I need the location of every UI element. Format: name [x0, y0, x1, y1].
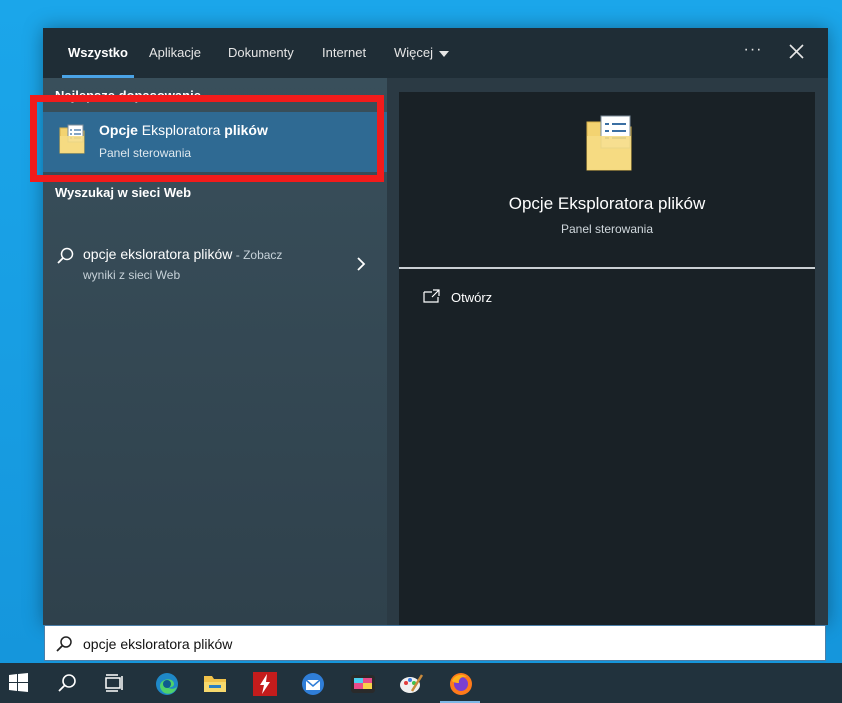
taskbar-media-app[interactable]: [338, 663, 386, 703]
best-match-title: Opcje Eksploratora plików: [99, 122, 268, 138]
start-button[interactable]: [0, 663, 48, 703]
more-options-button[interactable]: ···: [741, 40, 765, 64]
search-input-value: opcje eksloratora plików: [83, 636, 233, 652]
taskbar-paint[interactable]: [386, 663, 434, 703]
close-icon: [789, 44, 804, 59]
taskbar-file-explorer[interactable]: [190, 663, 238, 703]
search-panel: Wszystko Aplikacje Dokumenty Internet Wi…: [43, 28, 828, 625]
edge-icon: [156, 673, 178, 695]
web-search-result[interactable]: opcje eksloratora plików - Zobacz wyniki…: [43, 242, 387, 292]
close-button[interactable]: [785, 40, 809, 64]
folder-options-icon: [59, 124, 85, 159]
result-detail-pane: Opcje Eksploratora plików Panel sterowan…: [399, 92, 815, 625]
mail-icon: [302, 673, 324, 695]
taskbar-search-button[interactable]: [44, 663, 92, 703]
start-icon: [9, 673, 28, 692]
chevron-right-icon[interactable]: [355, 256, 367, 277]
task-view-button[interactable]: [92, 663, 140, 703]
tab-documents[interactable]: Dokumenty: [228, 28, 294, 78]
paint-icon: [400, 674, 424, 693]
taskbar-firefox[interactable]: [436, 663, 484, 703]
taskbar-edge[interactable]: [142, 663, 190, 703]
tab-more[interactable]: Więcej: [394, 28, 450, 78]
best-match-heading: Najlepsze dopasowanie: [55, 88, 201, 103]
taskbar: [0, 663, 842, 703]
search-icon: [55, 635, 73, 658]
taskbar-red-app[interactable]: [240, 663, 288, 703]
media-app-icon: [351, 675, 375, 693]
red-app-icon: [253, 672, 277, 696]
web-result-subtext: wyniki z sieci Web: [83, 268, 181, 282]
search-icon: [55, 246, 75, 271]
web-result-text: opcje eksloratora plików - Zobacz: [83, 246, 283, 262]
search-input[interactable]: opcje eksloratora plików: [44, 625, 826, 661]
web-search-heading: Wyszukaj w sieci Web: [55, 185, 192, 200]
task-view-icon: [105, 674, 123, 692]
tab-apps[interactable]: Aplikacje: [149, 28, 201, 78]
file-explorer-icon: [204, 676, 226, 692]
best-match-item[interactable]: Opcje Eksploratora plików Panel sterowan…: [43, 112, 387, 172]
taskbar-mail[interactable]: [288, 663, 336, 703]
results-list: Najlepsze dopasowanie Opcje Eksploratora…: [43, 78, 387, 625]
firefox-icon: [450, 673, 472, 695]
chevron-down-icon: [439, 50, 450, 57]
tab-internet[interactable]: Internet: [322, 28, 366, 78]
open-icon: [423, 288, 441, 309]
detail-title: Opcje Eksploratora plików: [508, 194, 706, 213]
folder-options-icon: [585, 114, 633, 177]
divider: [399, 267, 815, 269]
search-filter-bar: Wszystko Aplikacje Dokumenty Internet Wi…: [43, 28, 828, 78]
search-icon: [58, 674, 76, 692]
best-match-subtitle: Panel sterowania: [99, 146, 192, 160]
detail-subtitle: Panel sterowania: [560, 222, 654, 236]
tab-all[interactable]: Wszystko: [62, 28, 134, 78]
open-label: Otwórz: [451, 290, 493, 305]
